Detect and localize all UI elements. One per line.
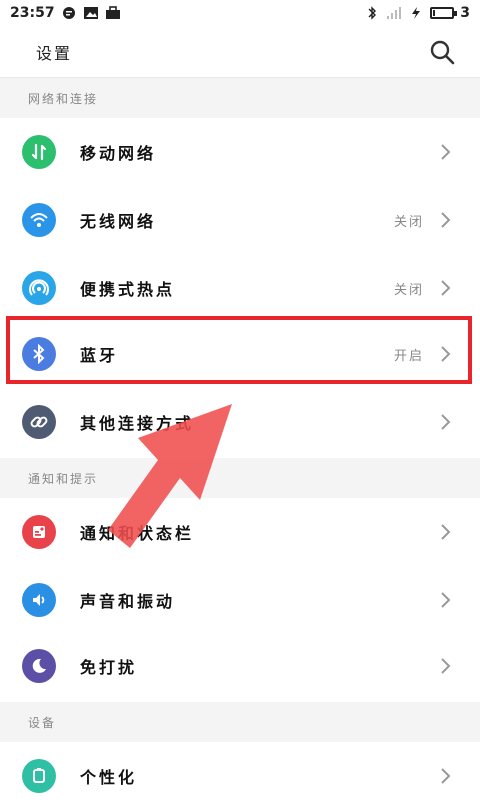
row-bluetooth[interactable]: 蓝牙 开启 — [0, 320, 480, 388]
image-icon — [83, 6, 99, 20]
chevron-right-icon — [440, 591, 452, 609]
chevron-right-icon — [440, 211, 452, 229]
chevron-right-icon — [440, 143, 452, 161]
row-label: 无线网络 — [80, 212, 157, 231]
row-do-not-disturb[interactable]: 免打扰 — [0, 632, 480, 700]
chevron-right-icon — [440, 345, 452, 363]
bluetooth-status-icon — [364, 6, 380, 20]
row-other-connections[interactable]: 其他连接方式 — [0, 388, 480, 456]
search-button[interactable] — [428, 38, 456, 66]
signal-icon — [386, 6, 402, 20]
row-label: 蓝牙 — [80, 346, 119, 365]
row-notifications-statusbar[interactable]: 通知和状态栏 — [0, 498, 480, 566]
battery-icon — [430, 7, 458, 19]
chevron-right-icon — [440, 523, 452, 541]
chevron-right-icon — [440, 767, 452, 785]
charging-icon — [408, 6, 424, 20]
row-hotspot[interactable]: 便携式热点 关闭 — [0, 254, 480, 322]
battery-level: 3 — [460, 5, 470, 21]
status-bar-right: 3 — [364, 5, 470, 21]
chevron-right-icon — [440, 413, 452, 431]
row-label: 声音和振动 — [80, 592, 176, 611]
row-wifi[interactable]: 无线网络 关闭 — [0, 186, 480, 254]
row-label: 免打扰 — [80, 658, 138, 677]
page-title: 设置 — [36, 43, 73, 63]
hotspot-icon — [22, 271, 56, 305]
chevron-right-icon — [440, 657, 452, 675]
bluetooth-icon — [22, 337, 56, 371]
moon-icon — [22, 649, 56, 683]
row-label: 移动网络 — [80, 144, 157, 163]
message-icon — [61, 6, 77, 20]
row-label: 通知和状态栏 — [80, 524, 195, 543]
row-status: 关闭 — [393, 214, 424, 230]
row-label: 个性化 — [80, 768, 138, 787]
status-bar: 23:57 3 — [0, 0, 480, 26]
status-bar-left: 23:57 — [10, 5, 121, 21]
wifi-icon — [22, 203, 56, 237]
clock: 23:57 — [10, 5, 55, 21]
row-label: 便携式热点 — [80, 280, 176, 299]
personalize-icon — [22, 759, 56, 793]
row-label: 其他连接方式 — [80, 414, 195, 433]
app-bar: 设置 — [0, 26, 480, 78]
row-status: 关闭 — [393, 282, 424, 298]
row-sound-vibration[interactable]: 声音和振动 — [0, 566, 480, 634]
row-mobile-network[interactable]: 移动网络 — [0, 118, 480, 186]
notification-icon — [22, 515, 56, 549]
briefcase-icon — [105, 6, 121, 20]
search-icon — [430, 40, 455, 64]
mobile-data-icon — [22, 135, 56, 169]
section-header-device: 设备 — [0, 702, 480, 742]
section-header-notifications: 通知和提示 — [0, 458, 480, 498]
sound-icon — [22, 583, 56, 617]
row-status: 开启 — [393, 348, 424, 364]
section-header-network: 网络和连接 — [0, 78, 480, 118]
link-icon — [22, 405, 56, 439]
chevron-right-icon — [440, 279, 452, 297]
